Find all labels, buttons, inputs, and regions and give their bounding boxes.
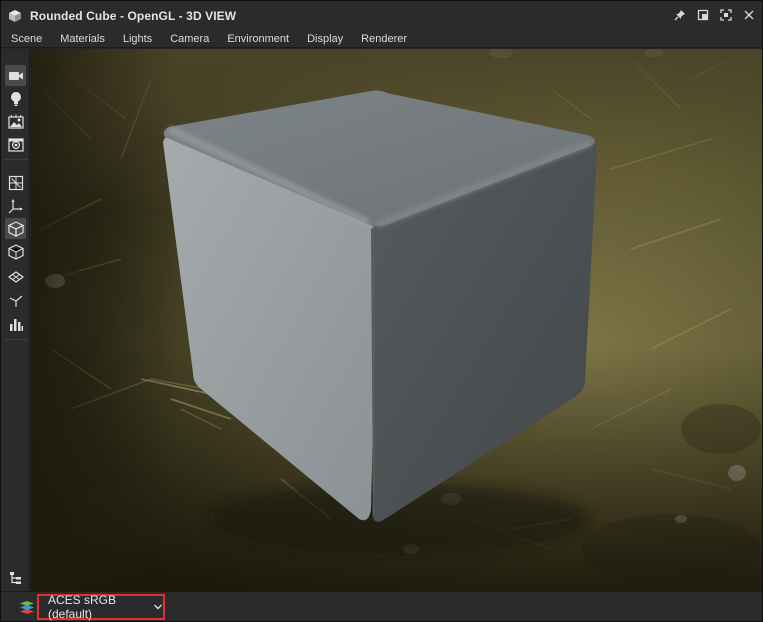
menu-bar: Scene Materials Lights Camera Environmen… (1, 31, 762, 48)
menu-display[interactable]: Display (307, 33, 343, 45)
menu-materials[interactable]: Materials (60, 33, 105, 45)
restore-icon[interactable] (696, 8, 710, 22)
status-bar: ACES sRGB (default) (1, 591, 762, 621)
wireframe-cube-icon[interactable] (5, 241, 26, 262)
menu-camera[interactable]: Camera (170, 33, 209, 45)
light-bulb-icon[interactable] (5, 88, 26, 109)
menu-scene[interactable]: Scene (11, 33, 42, 45)
view-cube-grid-icon[interactable] (5, 172, 26, 193)
color-space-dropdown[interactable]: ACES sRGB (default) (37, 593, 165, 621)
chevron-down-icon (153, 602, 163, 612)
menu-renderer[interactable]: Renderer (361, 33, 407, 45)
color-space-label: ACES sRGB (default) (48, 593, 117, 621)
maximize-icon[interactable] (719, 8, 733, 22)
histogram-icon[interactable] (5, 313, 26, 334)
solid-cube-icon[interactable] (5, 218, 26, 239)
viewport-render (31, 49, 762, 591)
window-controls (673, 8, 756, 22)
3d-viewport[interactable] (31, 49, 762, 591)
hierarchy-icon[interactable] (5, 567, 26, 588)
toolbar-separator (3, 159, 28, 160)
title-bar: Rounded Cube - OpenGL - 3D VIEW (1, 1, 762, 31)
toolbar-separator (3, 339, 28, 340)
close-icon[interactable] (742, 8, 756, 22)
tangent-vectors-icon[interactable] (5, 289, 26, 310)
screenshot-icon[interactable] (5, 134, 26, 155)
pin-icon[interactable] (673, 8, 687, 22)
layers-icon[interactable] (19, 599, 35, 615)
camera-icon[interactable] (5, 65, 26, 86)
menu-environment[interactable]: Environment (227, 33, 289, 45)
axis-gizmo-icon[interactable] (5, 195, 26, 216)
ground-plane-icon[interactable] (5, 266, 26, 287)
environment-icon[interactable] (5, 111, 26, 132)
menu-lights[interactable]: Lights (123, 33, 152, 45)
3d-view-window: Rounded Cube - OpenGL - 3D VIEW Scene Ma… (0, 0, 763, 622)
cube-icon (8, 9, 22, 23)
window-title: Rounded Cube - OpenGL - 3D VIEW (30, 9, 237, 23)
left-toolbar (1, 49, 30, 591)
